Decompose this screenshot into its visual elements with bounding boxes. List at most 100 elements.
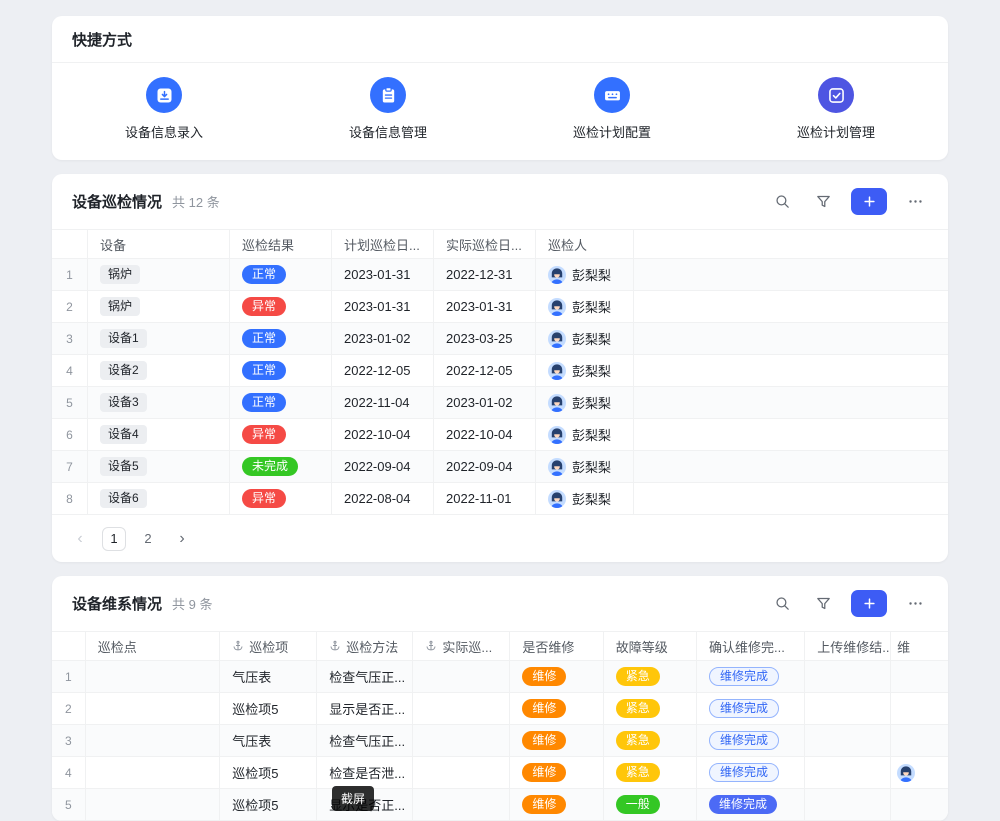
table-row[interactable]: 6 设备4 异常 2022-10-04 2022-10-04 彭梨梨 <box>52 419 948 451</box>
maintenance-card: 设备维系情况 共 9 条 巡检点 巡检项 巡检方法 实际巡... 是否维修 故障… <box>52 576 948 821</box>
level-badge: 紧急 <box>616 763 660 782</box>
plan-date-cell: 2022-10-04 <box>332 419 434 450</box>
device-chip: 锅炉 <box>100 265 140 284</box>
row-number: 1 <box>52 259 88 290</box>
column-header-person[interactable]: 维 <box>891 632 948 660</box>
inspector-name: 彭梨梨 <box>572 489 611 508</box>
inspection-title: 设备巡检情况 <box>72 191 162 212</box>
shortcut-plan-config[interactable]: 巡检计划配置 <box>500 77 724 141</box>
avatar <box>548 266 566 284</box>
plan-date-cell: 2023-01-31 <box>332 291 434 322</box>
row-number: 4 <box>52 757 86 788</box>
more-icon <box>907 595 924 612</box>
actual-date-cell: 2022-11-01 <box>434 483 536 514</box>
inspector-name: 彭梨梨 <box>572 329 611 348</box>
item-cell: 巡检项5 <box>220 789 317 820</box>
filter-button[interactable] <box>810 591 836 617</box>
actual-date-cell: 2022-10-04 <box>434 419 536 450</box>
row-number: 5 <box>52 789 86 820</box>
method-cell: 检查气压正... <box>317 661 413 692</box>
table-row[interactable]: 2 锅炉 异常 2023-01-31 2023-01-31 彭梨梨 <box>52 291 948 323</box>
plan-date-cell: 2022-08-04 <box>332 483 434 514</box>
dashboard-page: 快捷方式 设备信息录入 设备信息管理 巡检计划配置 巡检计划管理 设备巡检情况 <box>0 0 1000 821</box>
column-header-inspector[interactable]: 巡检人 <box>536 230 634 258</box>
next-page-button[interactable]: › <box>170 527 194 551</box>
plan-date-cell: 2023-01-02 <box>332 323 434 354</box>
row-number: 2 <box>52 693 86 724</box>
column-header-device[interactable]: 设备 <box>88 230 230 258</box>
search-button[interactable] <box>769 189 795 215</box>
search-button[interactable] <box>769 591 795 617</box>
empty-cell <box>634 387 948 418</box>
person-cell <box>891 757 948 788</box>
column-header-point[interactable]: 巡检点 <box>86 632 220 660</box>
actual-date-cell: 2022-12-05 <box>434 355 536 386</box>
device-entry-icon <box>146 77 182 113</box>
upload-cell <box>805 661 891 692</box>
inspector-name: 彭梨梨 <box>572 361 611 380</box>
page-1-button[interactable]: 1 <box>102 527 126 551</box>
column-header-level[interactable]: 故障等级 <box>604 632 697 660</box>
table-row[interactable]: 2 巡检项5 显示是否正... 维修 紧急 维修完成 <box>52 693 948 725</box>
item-cell: 巡检项5 <box>220 757 317 788</box>
row-number: 3 <box>52 323 88 354</box>
inspector-name: 彭梨梨 <box>572 393 611 412</box>
empty-cell <box>634 451 948 482</box>
shortcut-device-entry[interactable]: 设备信息录入 <box>52 77 276 141</box>
inspection-table: 设备 巡检结果 计划巡检日... 实际巡检日... 巡检人 1 锅炉 正常 20… <box>52 229 948 515</box>
table-row[interactable]: 1 锅炉 正常 2023-01-31 2022-12-31 彭梨梨 <box>52 259 948 291</box>
table-row[interactable]: 1 气压表 检查气压正... 维修 紧急 维修完成 <box>52 661 948 693</box>
page-2-button[interactable]: 2 <box>136 527 160 551</box>
column-header-repair[interactable]: 是否维修 <box>510 632 603 660</box>
status-badge: 正常 <box>242 361 286 380</box>
column-header-actual-date[interactable]: 实际巡检日... <box>434 230 536 258</box>
add-record-button[interactable] <box>851 590 887 617</box>
shortcut-label: 设备信息录入 <box>125 122 203 141</box>
shortcut-device-manage[interactable]: 设备信息管理 <box>276 77 500 141</box>
table-row[interactable]: 3 气压表 检查气压正... 维修 紧急 维修完成 <box>52 725 948 757</box>
table-row[interactable]: 8 设备6 异常 2022-08-04 2022-11-01 彭梨梨 <box>52 483 948 515</box>
level-badge: 紧急 <box>616 699 660 718</box>
column-header-plan-date[interactable]: 计划巡检日... <box>332 230 434 258</box>
table-header-row: 设备 巡检结果 计划巡检日... 实际巡检日... 巡检人 <box>52 229 948 259</box>
maintenance-toolbar <box>769 590 928 617</box>
person-cell <box>891 661 948 692</box>
item-cell: 气压表 <box>220 725 317 756</box>
table-row[interactable]: 3 设备1 正常 2023-01-02 2023-03-25 彭梨梨 <box>52 323 948 355</box>
confirm-badge: 维修完成 <box>709 763 779 782</box>
status-badge: 异常 <box>242 425 286 444</box>
actual-cell <box>413 789 510 820</box>
column-header-upload[interactable]: 上传维修结... <box>805 632 891 660</box>
maintenance-header: 设备维系情况 共 9 条 <box>52 576 948 631</box>
confirm-badge: 维修完成 <box>709 699 779 718</box>
row-number: 2 <box>52 291 88 322</box>
shortcut-plan-manage[interactable]: 巡检计划管理 <box>724 77 948 141</box>
prev-page-button[interactable]: ‹ <box>68 527 92 551</box>
plan-date-cell: 2022-11-04 <box>332 387 434 418</box>
table-row[interactable]: 4 设备2 正常 2022-12-05 2022-12-05 彭梨梨 <box>52 355 948 387</box>
empty-cell <box>634 483 948 514</box>
column-header-actual[interactable]: 实际巡... <box>413 632 510 660</box>
table-row[interactable]: 5 设备3 正常 2022-11-04 2023-01-02 彭梨梨 <box>52 387 948 419</box>
filter-button[interactable] <box>810 189 836 215</box>
repair-badge: 维修 <box>522 699 566 718</box>
column-header-item[interactable]: 巡检项 <box>220 632 317 660</box>
table-row[interactable]: 5 巡检项5 显示是否正... 维修 一般 维修完成 <box>52 789 948 821</box>
shortcuts-card: 快捷方式 设备信息录入 设备信息管理 巡检计划配置 巡检计划管理 <box>52 16 948 160</box>
device-chip: 设备4 <box>100 425 147 444</box>
plan-date-cell: 2023-01-31 <box>332 259 434 290</box>
point-cell <box>86 725 220 756</box>
table-row[interactable]: 7 设备5 未完成 2022-09-04 2022-09-04 彭梨梨 <box>52 451 948 483</box>
column-header-method[interactable]: 巡检方法 <box>317 632 413 660</box>
more-button[interactable] <box>902 189 928 215</box>
upload-cell <box>805 789 891 820</box>
column-header-result[interactable]: 巡检结果 <box>230 230 332 258</box>
add-record-button[interactable] <box>851 188 887 215</box>
row-number: 7 <box>52 451 88 482</box>
plan-date-cell: 2022-09-04 <box>332 451 434 482</box>
status-badge: 正常 <box>242 265 286 284</box>
column-header-confirm[interactable]: 确认维修完... <box>697 632 805 660</box>
more-button[interactable] <box>902 591 928 617</box>
upload-cell <box>805 757 891 788</box>
table-row[interactable]: 4 巡检项5 检查是否泄... 维修 紧急 维修完成 <box>52 757 948 789</box>
